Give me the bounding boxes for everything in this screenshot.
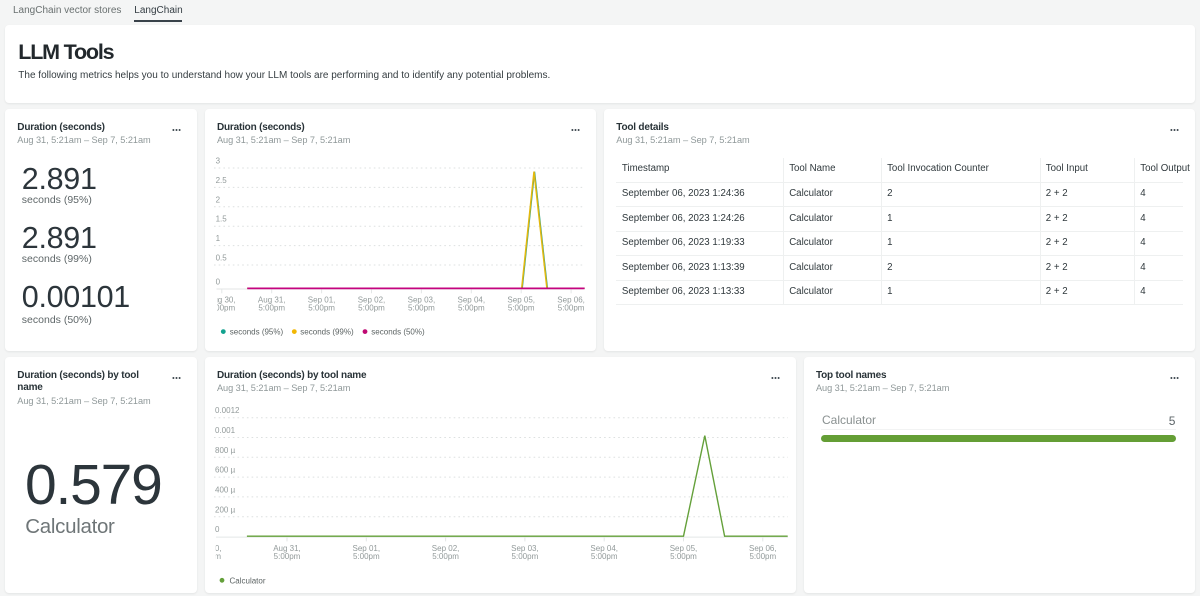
svg-text:5:00pm: 5:00pm <box>308 304 335 313</box>
svg-text:5:00pm: 5:00pm <box>258 304 285 313</box>
svg-text:3: 3 <box>215 157 220 166</box>
svg-text:5:00pm: 5:00pm <box>557 304 584 313</box>
svg-text:seconds (50%): seconds (50%) <box>371 328 425 337</box>
svg-text:2.5: 2.5 <box>215 176 227 185</box>
svg-text:5:00pm: 5:00pm <box>274 552 301 561</box>
svg-text:0: 0 <box>215 525 220 534</box>
svg-text:400 µ: 400 µ <box>215 486 236 495</box>
svg-text:5:00pm: 5:00pm <box>458 304 485 313</box>
svg-text:5:00pm: 5:00pm <box>408 304 435 313</box>
svg-text:1.5: 1.5 <box>215 215 227 224</box>
svg-text:5:00pm: 5:00pm <box>591 552 618 561</box>
svg-text:1: 1 <box>215 234 220 243</box>
svg-text:5:00pm: 5:00pm <box>353 552 380 561</box>
svg-text:0.0012: 0.0012 <box>215 407 240 416</box>
svg-text:5:00pm: 5:00pm <box>670 552 697 561</box>
svg-text:5:00pm: 5:00pm <box>358 304 385 313</box>
svg-text:5:00pm: 5:00pm <box>432 552 459 561</box>
svg-text:2: 2 <box>215 195 220 204</box>
svg-text:200 µ: 200 µ <box>215 506 236 515</box>
svg-text:0.5: 0.5 <box>215 254 227 263</box>
svg-text:0: 0 <box>215 278 220 287</box>
svg-text:800 µ: 800 µ <box>215 446 236 455</box>
svg-text:5:00pm: 5:00pm <box>212 304 235 313</box>
svg-text:seconds (99%): seconds (99%) <box>300 328 354 337</box>
svg-text:5:00pm: 5:00pm <box>749 552 776 561</box>
svg-text:Calculator: Calculator <box>229 577 265 586</box>
svg-text:0.001: 0.001 <box>215 426 236 435</box>
svg-text:5:00pm: 5:00pm <box>212 552 221 561</box>
svg-text:5:00pm: 5:00pm <box>508 304 535 313</box>
svg-text:600 µ: 600 µ <box>215 466 236 475</box>
svg-text:5:00pm: 5:00pm <box>512 552 539 561</box>
svg-text:seconds (95%): seconds (95%) <box>229 328 283 337</box>
